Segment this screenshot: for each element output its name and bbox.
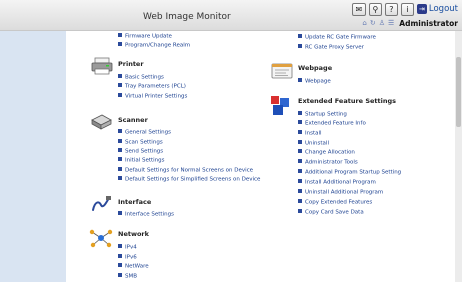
user-icon[interactable]: ♙ (379, 19, 385, 27)
help-icon[interactable]: ? (384, 2, 398, 16)
interface-cable-icon (92, 196, 111, 211)
left-sidebar (0, 31, 66, 282)
link-install[interactable]: Install (298, 130, 322, 138)
link-initial-settings[interactable]: Initial Settings (118, 157, 165, 165)
link-rc-gate-proxy-server[interactable]: RC Gate Proxy Server (298, 44, 364, 52)
link-startup-setting[interactable]: Startup Setting (298, 111, 347, 119)
info-icon[interactable]: i (400, 2, 414, 16)
link-ipv4[interactable]: IPv4 (118, 244, 137, 252)
logout-icon: ⇥ (416, 4, 427, 14)
section-title-network: Network (118, 230, 149, 238)
link-additional-program-startup-setting[interactable]: Additional Program Startup Setting (298, 169, 401, 177)
link-default-settings-simplified[interactable]: Default Settings for Simplified Screens … (118, 176, 260, 184)
section-title-webpage: Webpage (298, 64, 333, 72)
mail-icon[interactable]: ✉ (351, 2, 366, 16)
link-firmware-update[interactable]: Firmware Update (118, 33, 172, 41)
link-webpage[interactable]: Webpage (298, 78, 331, 86)
section-title-extended-feature-settings: Extended Feature Settings (298, 97, 397, 105)
link-default-settings-normal[interactable]: Default Settings for Normal Screens on D… (118, 167, 253, 175)
link-scan-settings[interactable]: Scan Settings (118, 139, 163, 147)
link-uninstall[interactable]: Uninstall (298, 140, 329, 148)
link-interface-settings[interactable]: Interface Settings (118, 211, 174, 219)
logout-button[interactable]: ⇥ Logout (416, 4, 458, 14)
scanner-icon (91, 114, 112, 130)
link-netware[interactable]: NetWare (118, 263, 149, 271)
refresh-icon[interactable]: ↻ (370, 19, 376, 27)
link-basic-settings[interactable]: Basic Settings (118, 74, 164, 82)
link-install-additional-program[interactable]: Install Additional Program (298, 179, 376, 187)
home-icon[interactable]: ⌂ (362, 19, 366, 27)
link-program-change-realm[interactable]: Program/Change Realm (118, 42, 190, 50)
printer-icon (91, 57, 113, 75)
link-smb[interactable]: SMB (118, 273, 137, 281)
link-copy-card-save-data[interactable]: Copy Card Save Data (298, 209, 364, 217)
section-title-printer: Printer (118, 60, 144, 68)
link-general-settings[interactable]: General Settings (118, 129, 171, 137)
link-administrator-tools[interactable]: Administrator Tools (298, 159, 358, 167)
app-title: Web Image Monitor (143, 12, 231, 22)
network-icon (89, 229, 113, 248)
toolbar: ✉ ⚲ ? i ⇥ Logout (351, 2, 458, 16)
extended-feature-icon (271, 96, 289, 115)
list-icon[interactable]: ☰ (388, 19, 394, 27)
vertical-scrollbar[interactable] (455, 31, 462, 282)
link-send-settings[interactable]: Send Settings (118, 148, 163, 156)
link-uninstall-additional-program[interactable]: Uninstall Additional Program (298, 189, 383, 197)
logout-label: Logout (428, 4, 458, 14)
search-icon[interactable]: ⚲ (368, 2, 382, 16)
link-extended-feature-info[interactable]: Extended Feature Info (298, 120, 366, 128)
user-bar: ⌂ ↻ ♙ ☰ Administrator (362, 18, 458, 28)
link-update-rc-gate-firmware[interactable]: Update RC Gate Firmware (298, 34, 376, 42)
link-ipv6[interactable]: IPv6 (118, 254, 137, 262)
link-change-allocation[interactable]: Change Allocation (298, 149, 355, 157)
webpage-icon (271, 63, 293, 79)
header-bar: Web Image Monitor ✉ ⚲ ? i ⇥ Logout ⌂ ↻ ♙… (0, 0, 462, 31)
link-virtual-printer-settings[interactable]: Virtual Printer Settings (118, 93, 187, 101)
section-title-interface: Interface (118, 198, 152, 206)
section-title-scanner: Scanner (118, 116, 148, 124)
scrollbar-thumb[interactable] (456, 57, 461, 127)
user-name: Administrator (399, 18, 458, 28)
link-copy-extended-features[interactable]: Copy Extended Features (298, 199, 372, 207)
link-tray-parameters[interactable]: Tray Parameters (PCL) (118, 83, 186, 91)
